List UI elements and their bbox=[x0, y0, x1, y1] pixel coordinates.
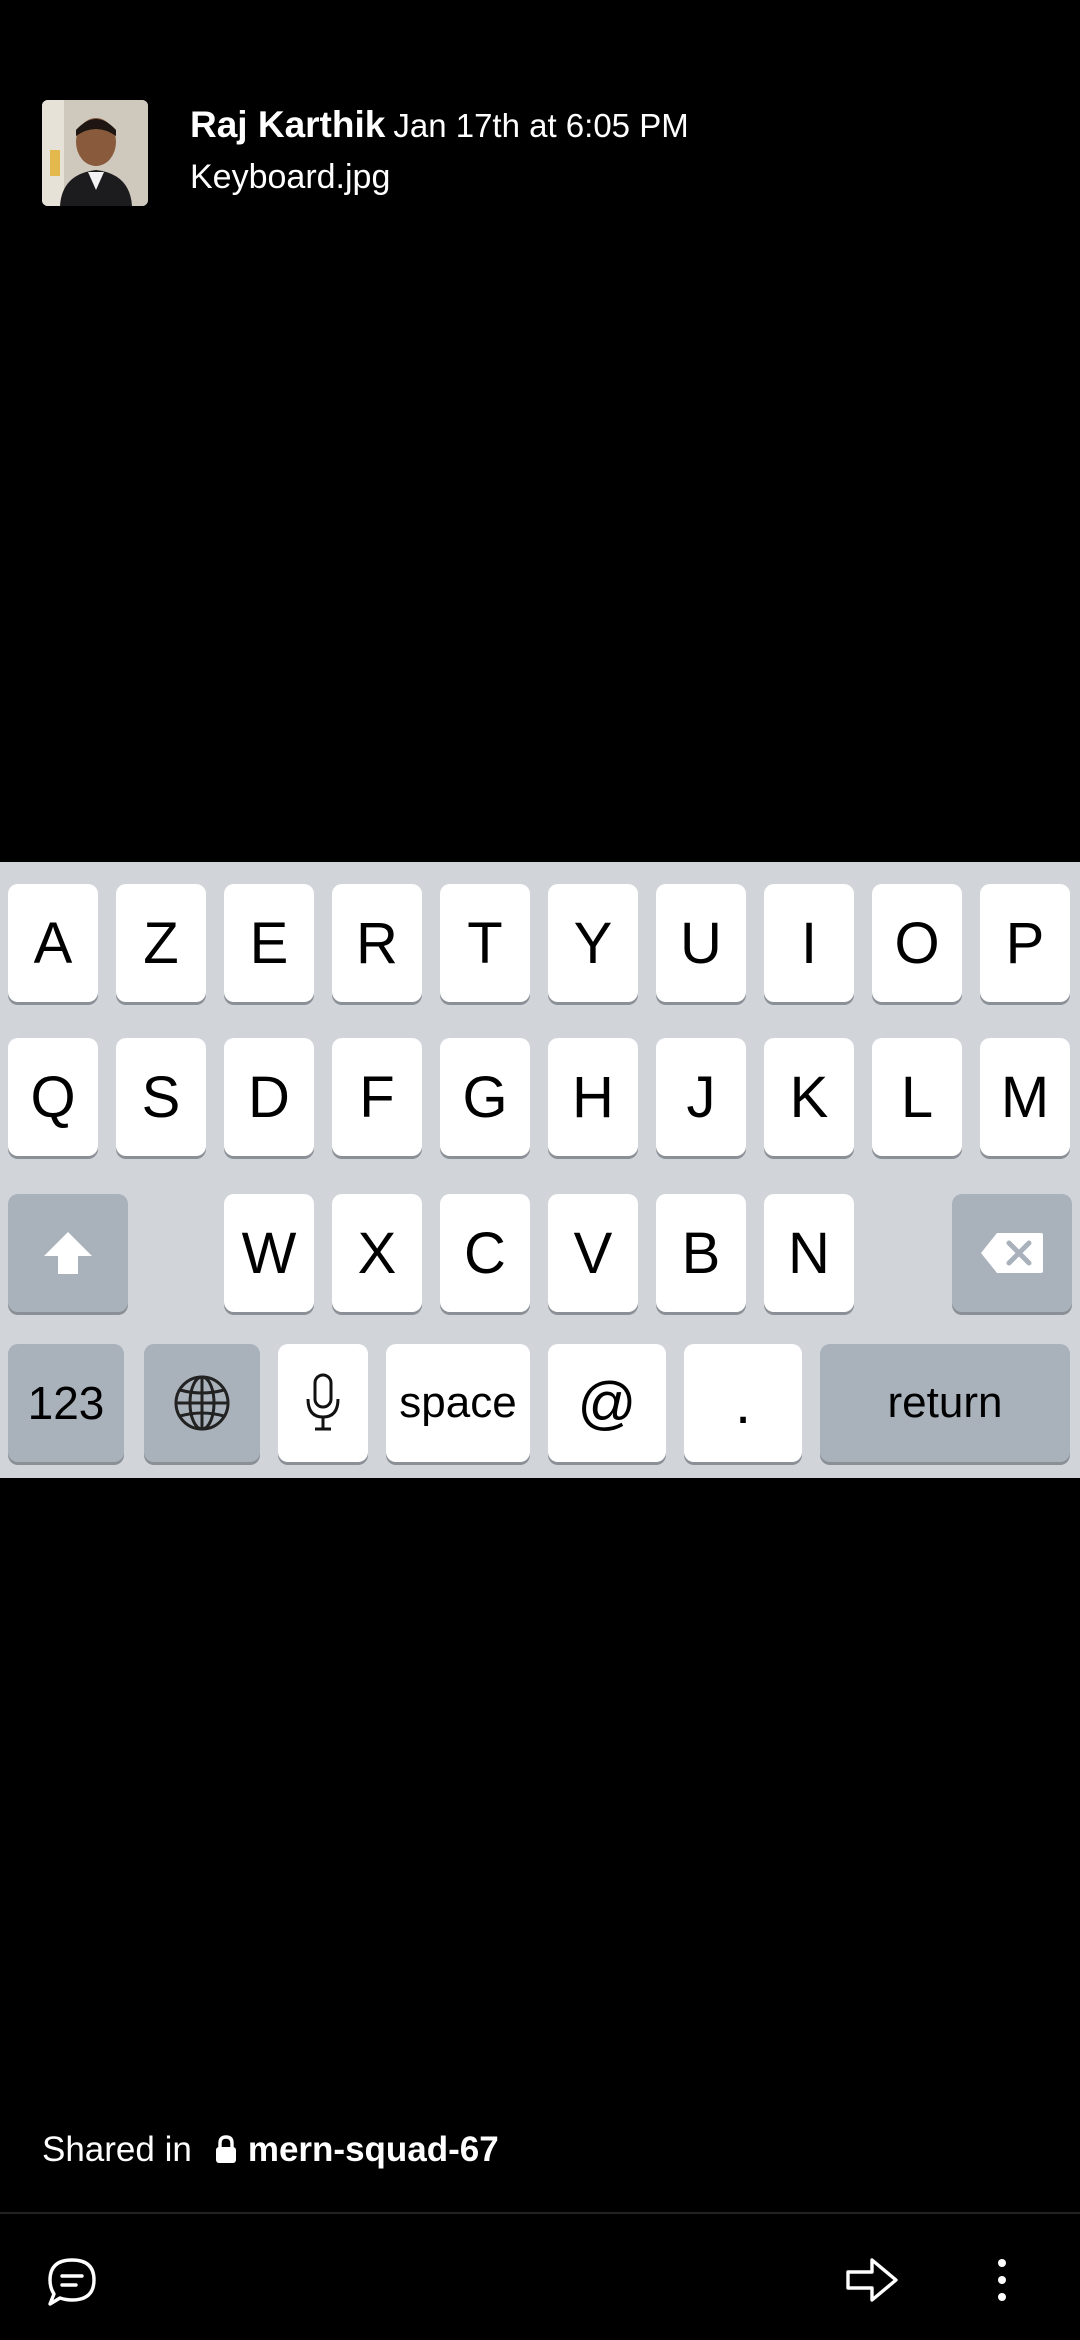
key: G bbox=[440, 1038, 530, 1156]
at-key: @ bbox=[548, 1344, 666, 1462]
author-name[interactable]: Raj Karthik bbox=[190, 104, 385, 145]
shift-key bbox=[8, 1194, 128, 1312]
share-icon[interactable] bbox=[840, 2248, 904, 2312]
key: Q bbox=[8, 1038, 98, 1156]
shared-in-label: Shared in bbox=[42, 2130, 192, 2169]
key: N bbox=[764, 1194, 854, 1312]
key: U bbox=[656, 884, 746, 1002]
key: L bbox=[872, 1038, 962, 1156]
numbers-key: 123 bbox=[8, 1344, 124, 1462]
shared-in-row: Shared in mern-squad-67 bbox=[42, 2125, 499, 2175]
more-vertical-icon[interactable] bbox=[984, 2248, 1020, 2312]
key: S bbox=[116, 1038, 206, 1156]
avatar-photo bbox=[42, 100, 148, 206]
comment-icon[interactable] bbox=[42, 2252, 102, 2312]
key: J bbox=[656, 1038, 746, 1156]
key: X bbox=[332, 1194, 422, 1312]
globe-icon bbox=[174, 1375, 230, 1431]
microphone-key bbox=[278, 1344, 368, 1462]
key: O bbox=[872, 884, 962, 1002]
message-meta: Raj Karthik Jan 17th at 6:05 PM Keyboard.… bbox=[190, 100, 689, 203]
key: V bbox=[548, 1194, 638, 1312]
shared-image[interactable]: A Z E R T Y U I O P Q S D F G H J K L M … bbox=[0, 862, 1080, 1478]
backspace-icon bbox=[981, 1233, 1043, 1273]
key: D bbox=[224, 1038, 314, 1156]
key: C bbox=[440, 1194, 530, 1312]
key: A bbox=[8, 884, 98, 1002]
key: R bbox=[332, 884, 422, 1002]
key: B bbox=[656, 1194, 746, 1312]
key: F bbox=[332, 1038, 422, 1156]
key: P bbox=[980, 884, 1070, 1002]
return-key: return bbox=[820, 1344, 1070, 1462]
avatar[interactable] bbox=[42, 100, 148, 206]
key: Z bbox=[116, 884, 206, 1002]
key: T bbox=[440, 884, 530, 1002]
lock-icon bbox=[214, 2135, 238, 2165]
key: H bbox=[548, 1038, 638, 1156]
divider bbox=[0, 2212, 1080, 2214]
microphone-icon bbox=[306, 1373, 340, 1431]
key: M bbox=[980, 1038, 1070, 1156]
channel-link[interactable]: mern-squad-67 bbox=[248, 2130, 499, 2170]
globe-key bbox=[144, 1344, 260, 1462]
shift-icon bbox=[44, 1232, 92, 1274]
period-key: . bbox=[684, 1344, 802, 1462]
key: W bbox=[224, 1194, 314, 1312]
file-name: Keyboard.jpg bbox=[190, 158, 391, 196]
backspace-key bbox=[952, 1194, 1072, 1312]
key: Y bbox=[548, 884, 638, 1002]
message-header: Raj Karthik Jan 17th at 6:05 PM Keyboard.… bbox=[42, 100, 1080, 206]
key: K bbox=[764, 1038, 854, 1156]
key: E bbox=[224, 884, 314, 1002]
space-key: space bbox=[386, 1344, 530, 1462]
key: I bbox=[764, 884, 854, 1002]
timestamp: Jan 17th at 6:05 PM bbox=[393, 107, 689, 144]
